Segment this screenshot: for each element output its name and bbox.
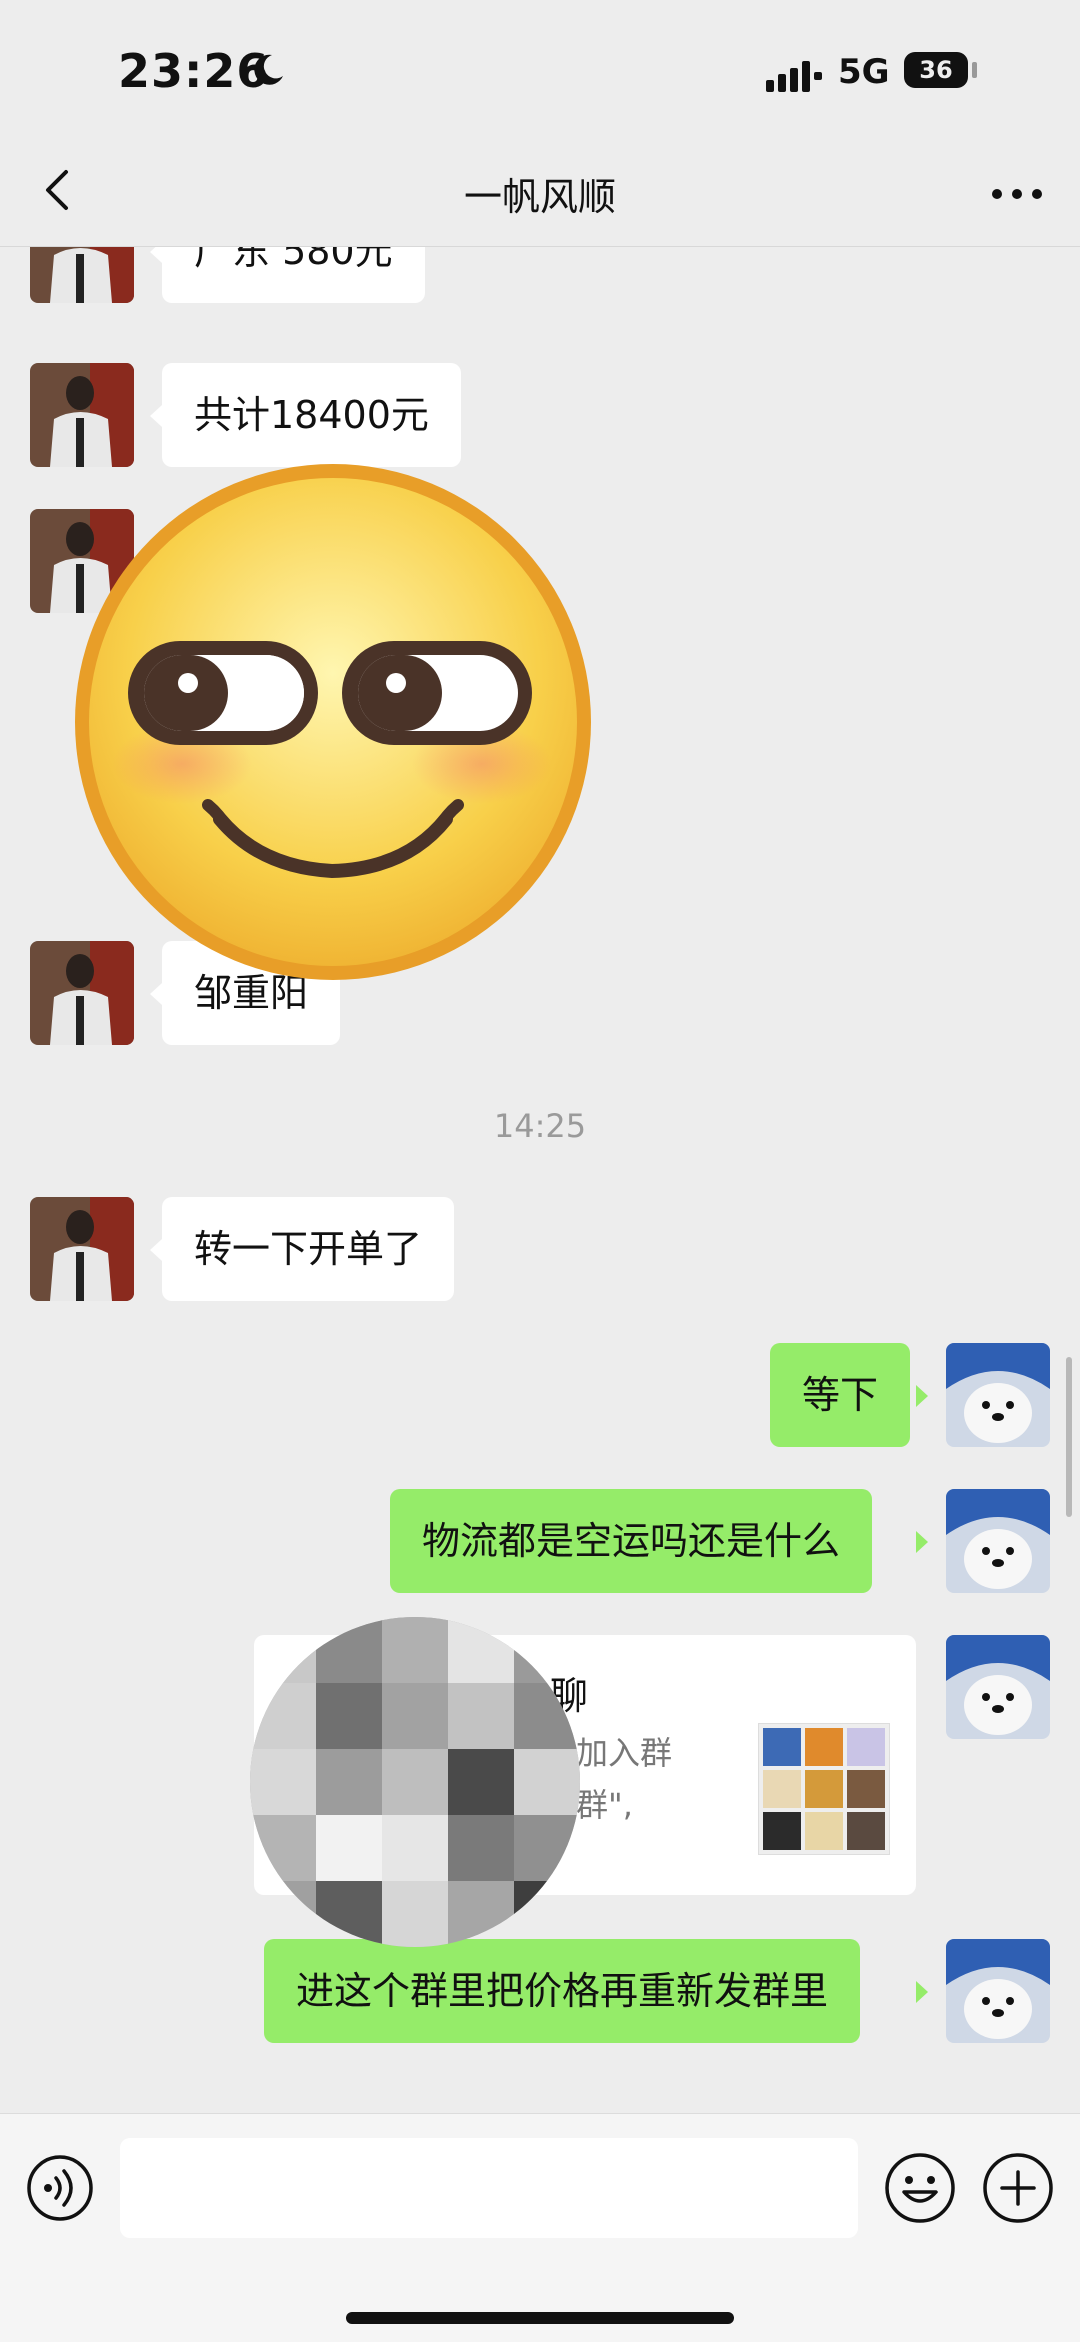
user-avatar[interactable] bbox=[946, 1635, 1050, 1739]
status-bar: 23:26 5G 36 bbox=[0, 0, 1080, 140]
message-bubble-sent[interactable]: 进这个群里把价格再重新发群里 bbox=[264, 1939, 861, 2043]
bubble-tail bbox=[150, 405, 162, 427]
input-bar bbox=[0, 2113, 1080, 2342]
status-time: 23:26 bbox=[118, 44, 270, 98]
bubble-tail bbox=[150, 247, 162, 263]
contact-avatar[interactable] bbox=[30, 363, 134, 467]
battery-indicator: 36 bbox=[904, 52, 968, 88]
card-desc-line: 员群", bbox=[544, 1786, 633, 1824]
chat-header: 一帆风顺 bbox=[0, 140, 1080, 247]
card-desc-line: 尔加入群 bbox=[544, 1734, 673, 1772]
message-input[interactable] bbox=[120, 2138, 858, 2238]
group-avatar-grid bbox=[758, 1723, 890, 1855]
home-indicator[interactable] bbox=[346, 2312, 734, 2324]
network-type: 5G bbox=[838, 52, 890, 92]
bubble-tail bbox=[150, 1239, 162, 1261]
message-bubble-sent[interactable]: 物流都是空运吗还是什么 bbox=[390, 1489, 873, 1593]
bubble-tail bbox=[916, 1981, 928, 2003]
plus-circle-icon[interactable] bbox=[982, 2152, 1054, 2224]
bubble-tail bbox=[916, 1531, 928, 1553]
voice-icon[interactable] bbox=[26, 2154, 94, 2222]
user-avatar[interactable] bbox=[946, 1489, 1050, 1593]
signal-icon bbox=[766, 61, 822, 92]
moon-icon bbox=[254, 54, 283, 85]
chat-area[interactable]: 广东 580元 共计18400元 邹重阳 14:25 转一下开单了 等下 物流都… bbox=[0, 247, 1080, 2113]
chat-title: 一帆风顺 bbox=[463, 175, 616, 219]
scrollbar[interactable] bbox=[1066, 1357, 1072, 1517]
more-dots-icon[interactable] bbox=[982, 164, 1052, 224]
user-avatar[interactable] bbox=[946, 1343, 1050, 1447]
timestamp: 14:25 bbox=[493, 1107, 587, 1145]
smirk-emoji-sticker bbox=[75, 464, 591, 980]
contact-avatar[interactable] bbox=[30, 1197, 134, 1301]
contact-avatar[interactable] bbox=[30, 247, 134, 303]
card-description: 尔加入群 员群", bbox=[544, 1727, 964, 1831]
user-avatar[interactable] bbox=[946, 1939, 1050, 2043]
message-bubble-sent[interactable]: 等下 bbox=[770, 1343, 911, 1447]
emoji-icon[interactable] bbox=[884, 2152, 956, 2224]
bubble-tail bbox=[150, 983, 162, 1005]
battery-cap bbox=[972, 62, 977, 78]
message-bubble-received[interactable]: 广东 580元 bbox=[162, 247, 425, 303]
message-bubble-received[interactable]: 共计18400元 bbox=[162, 363, 461, 467]
pixelated-mosaic-overlay bbox=[250, 1617, 580, 1947]
bubble-tail bbox=[916, 1385, 928, 1407]
message-bubble-received[interactable]: 转一下开单了 bbox=[162, 1197, 455, 1301]
